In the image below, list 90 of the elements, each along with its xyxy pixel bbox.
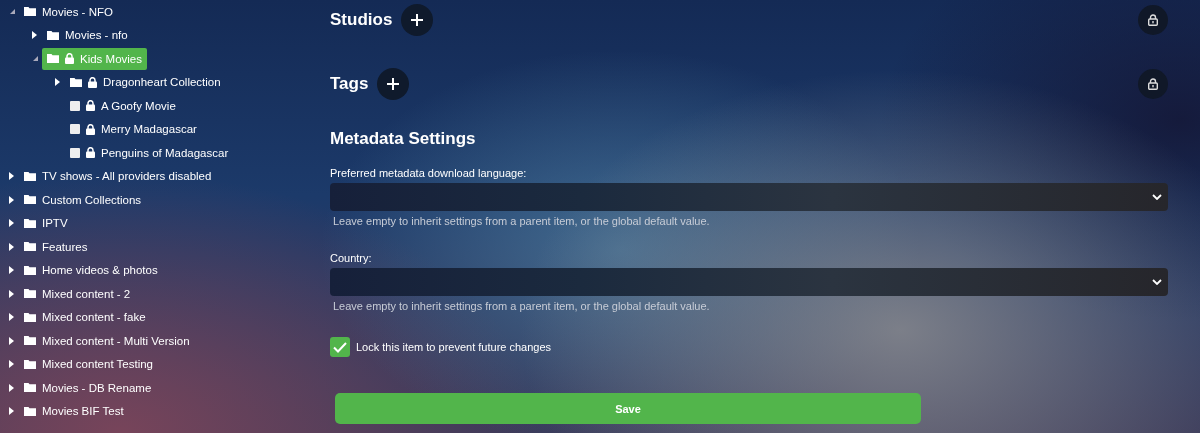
tree-item-label: Merry Madagascar — [101, 123, 197, 136]
tree-item-label: Kids Movies — [80, 52, 142, 65]
tree-item[interactable]: TV shows - All providers disabled — [19, 165, 217, 188]
square-icon — [70, 100, 80, 111]
expand-arrow-icon[interactable] — [9, 360, 15, 369]
checkbox[interactable] — [330, 337, 350, 357]
tree-item-label: Movies - NFO — [42, 5, 113, 18]
expand-arrow-icon[interactable] — [9, 289, 15, 298]
tree-item[interactable]: Movies - NFO — [19, 0, 118, 23]
select-field[interactable] — [330, 268, 1168, 296]
add-button[interactable] — [401, 4, 434, 36]
tree-item-label: A Goofy Movie — [101, 99, 176, 112]
folder-icon — [47, 30, 59, 40]
tree-item-label: Mixed content - 2 — [42, 287, 131, 300]
tree-item-label: TV shows - All providers disabled — [42, 170, 212, 183]
expand-arrow-icon[interactable] — [9, 195, 15, 204]
folder-icon — [24, 383, 36, 393]
tree-item-label: Home videos & photos — [42, 264, 158, 277]
expand-arrow-icon[interactable] — [9, 266, 15, 275]
tree-item[interactable]: A Goofy Movie — [65, 94, 181, 117]
lock-button[interactable] — [1138, 5, 1168, 35]
folder-icon — [24, 406, 36, 416]
folder-icon — [24, 359, 36, 369]
tree-item[interactable]: Merry Madagascar — [65, 118, 202, 141]
field-hint: Leave empty to inherit settings from a parent item, or the global default value. — [333, 300, 711, 312]
folder-icon — [24, 242, 36, 252]
field-label: Preferred metadata download language: — [330, 167, 528, 179]
expand-arrow-icon[interactable] — [9, 383, 15, 392]
select-field[interactable] — [330, 183, 1168, 211]
lock-icon — [1148, 78, 1158, 90]
tree-item-label: Movies - nfo — [65, 29, 128, 42]
tree-item[interactable]: Mixed content - Multi Version — [19, 329, 195, 352]
folder-icon — [24, 336, 36, 346]
square-icon — [70, 124, 80, 135]
folder-icon — [24, 265, 36, 275]
section-title: Tags — [330, 74, 369, 94]
folder-icon — [24, 7, 36, 17]
expand-arrow-icon[interactable] — [9, 407, 15, 416]
tree-item[interactable]: Features — [19, 235, 93, 258]
field-hint: Leave empty to inherit settings from a parent item, or the global default value. — [333, 215, 711, 227]
tree-item-label: Movies - DB Rename — [42, 381, 152, 394]
tree-item[interactable]: Mixed content Testing — [19, 353, 159, 376]
tree-item[interactable]: Custom Collections — [19, 188, 147, 211]
tree-item[interactable]: Dragonheart Collection — [65, 71, 226, 94]
tree-item[interactable]: Mixed content - fake — [19, 306, 151, 329]
tree-item[interactable]: IPTV — [19, 212, 73, 235]
checkbox-label: Lock this item to prevent future changes — [356, 341, 552, 353]
tree-item-label: Penguins of Madagascar — [101, 146, 229, 159]
expand-arrow-icon[interactable] — [9, 313, 15, 322]
section-title: Studios — [330, 10, 393, 30]
tree-item[interactable]: Movies BIF Test — [19, 400, 129, 423]
field-label: Country: — [330, 252, 373, 264]
tree-item-label: Custom Collections — [42, 193, 142, 206]
checkmark-icon — [333, 341, 347, 353]
chevron-down-icon — [1152, 194, 1162, 200]
expand-arrow-icon[interactable] — [9, 219, 15, 228]
expand-arrow-icon[interactable] — [32, 31, 38, 40]
folder-icon — [24, 171, 36, 181]
tree-item-label: Mixed content Testing — [42, 358, 154, 371]
tree-item[interactable]: Movies - nfo — [42, 24, 133, 47]
add-button[interactable] — [377, 68, 410, 100]
expand-arrow-icon[interactable] — [9, 172, 15, 181]
collapse-arrow-icon[interactable] — [32, 56, 38, 62]
tree-item[interactable]: Mixed content - 2 — [19, 282, 136, 305]
folder-icon — [24, 195, 36, 205]
plus-icon — [411, 14, 424, 26]
folder-icon — [24, 218, 36, 228]
expand-arrow-icon[interactable] — [55, 78, 61, 87]
plus-icon — [387, 78, 400, 90]
square-icon — [70, 147, 80, 158]
section-title: Metadata Settings — [330, 129, 477, 149]
tree-item[interactable]: Home videos & photos — [19, 259, 163, 282]
tree-item-label: Movies BIF Test — [42, 405, 124, 418]
tree-item-label: Features — [42, 240, 88, 253]
collapse-arrow-icon[interactable] — [9, 9, 15, 15]
folder-icon — [24, 312, 36, 322]
expand-arrow-icon[interactable] — [9, 336, 15, 345]
tree-item-label: Dragonheart Collection — [103, 76, 221, 89]
folder-icon — [70, 77, 82, 87]
lock-button[interactable] — [1138, 69, 1168, 99]
lock-icon — [1148, 14, 1158, 26]
tree-item[interactable]: Movies - DB Rename — [19, 376, 157, 399]
chevron-down-icon — [1152, 279, 1162, 285]
tree-item-label: Mixed content - fake — [42, 311, 146, 324]
folder-icon — [47, 54, 59, 64]
tree-item[interactable]: Penguins of Madagascar — [65, 141, 234, 164]
folder-icon — [24, 289, 36, 299]
tree-item-label: Mixed content - Multi Version — [42, 334, 190, 347]
tree-item-label: IPTV — [42, 217, 68, 230]
expand-arrow-icon[interactable] — [9, 242, 15, 251]
